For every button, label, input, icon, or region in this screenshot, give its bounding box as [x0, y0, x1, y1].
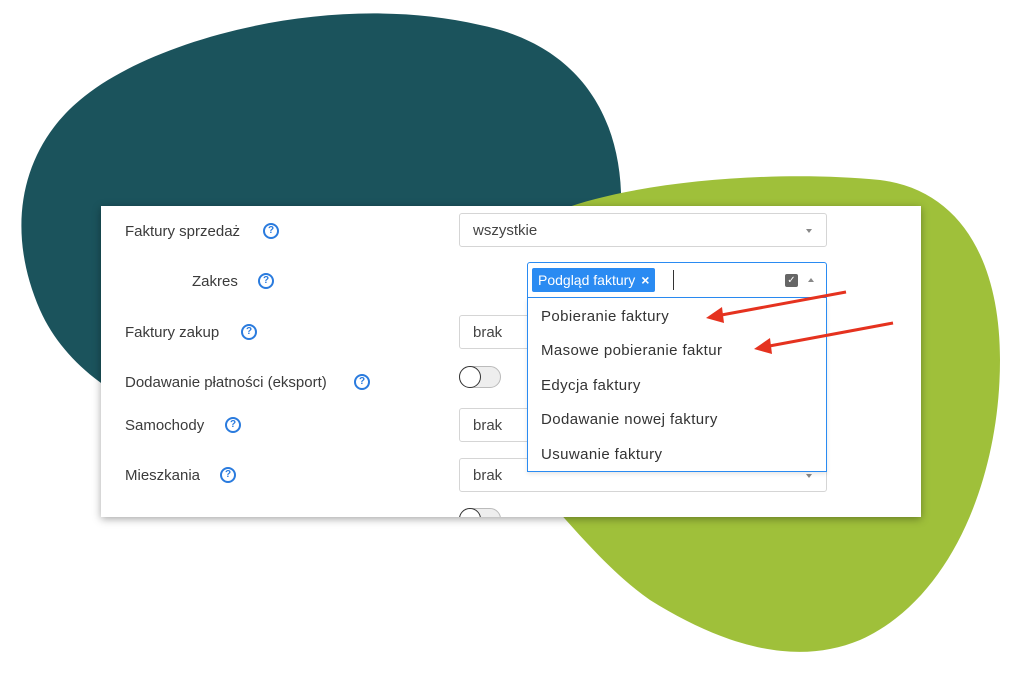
row-label-samochody: Samochody	[125, 417, 205, 434]
chevron-down-icon	[806, 229, 812, 233]
text-cursor	[673, 270, 674, 290]
row-label-zakres: Zakres	[192, 273, 238, 290]
row-label-faktury-zakup: Faktury zakup	[125, 324, 220, 341]
help-icon[interactable]: ?	[220, 467, 236, 483]
dropdown-option[interactable]: Pobieranie faktury	[541, 308, 669, 325]
dropdown-option[interactable]: Masowe pobieranie faktur	[541, 342, 722, 359]
selected-tag: Podgląd faktury ×	[532, 268, 656, 292]
help-icon[interactable]: ?	[263, 223, 279, 239]
row-label-faktury-sprzedaz: Faktury sprzedaż	[125, 223, 241, 240]
dropdown-option[interactable]: Dodawanie nowej faktury	[541, 411, 718, 428]
tag-remove-icon[interactable]: ×	[641, 272, 649, 288]
zakres-options-dropdown: Pobieranie faktury Masowe pobieranie fak…	[527, 298, 827, 472]
toggle-knob	[459, 508, 481, 517]
select-value: wszystkie	[473, 222, 538, 239]
select-all-checkbox-icon[interactable]: ✓	[785, 274, 798, 287]
tag-label: Podgląd faktury	[538, 272, 636, 288]
toggle-knob	[459, 366, 481, 388]
select-value: brak	[473, 324, 503, 341]
dropdown-option[interactable]: Edycja faktury	[541, 377, 641, 394]
dodawanie-platnosci-toggle[interactable]	[459, 366, 501, 388]
help-icon[interactable]: ?	[241, 324, 257, 340]
permissions-form-panel: Faktury sprzedaż ? wszystkie Zakres ? Fa…	[101, 206, 921, 517]
dropdown-option[interactable]: Usuwanie faktury	[541, 446, 662, 463]
zakres-multiselect[interactable]: Podgląd faktury × ✓	[527, 262, 827, 298]
next-row-toggle[interactable]	[459, 508, 501, 517]
chevron-down-icon	[806, 474, 812, 478]
help-icon[interactable]: ?	[354, 374, 370, 390]
chevron-up-icon[interactable]	[808, 278, 814, 282]
faktury-sprzedaz-select[interactable]: wszystkie	[459, 213, 827, 247]
select-value: brak	[473, 467, 503, 484]
row-label-mieszkania: Mieszkania	[125, 467, 201, 484]
row-label-dodawanie-platnosci: Dodawanie płatności (eksport)	[125, 374, 327, 391]
help-icon[interactable]: ?	[225, 417, 241, 433]
select-value: brak	[473, 417, 503, 434]
help-icon[interactable]: ?	[258, 273, 274, 289]
